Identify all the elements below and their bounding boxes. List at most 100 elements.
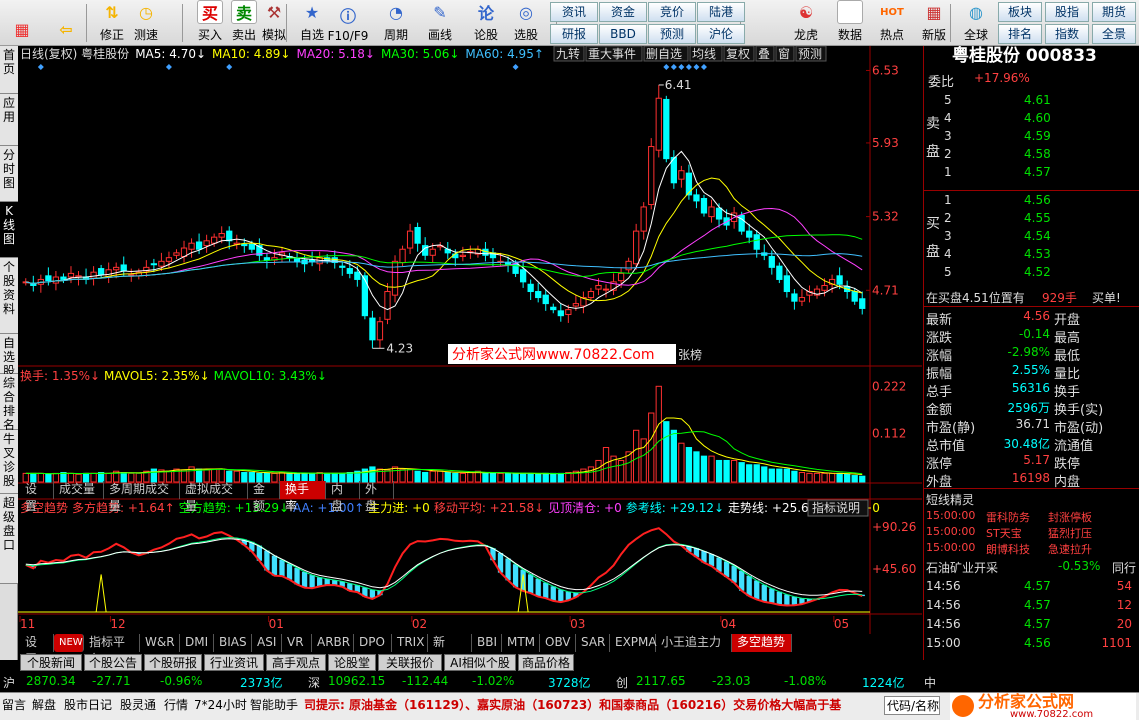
- quick-button[interactable]: 沪伦: [697, 24, 745, 44]
- chart-menu-0[interactable]: 九转: [553, 46, 585, 62]
- left-tab-0[interactable]: 首页: [0, 46, 18, 94]
- news-tab-0[interactable]: 个股新闻: [20, 654, 82, 671]
- quick-button[interactable]: 预测: [648, 24, 696, 44]
- indicator-tab-6[interactable]: ASI: [252, 634, 282, 652]
- volume-tab-5[interactable]: 换手率: [280, 481, 326, 513]
- quick-button[interactable]: 板块: [998, 2, 1042, 22]
- toolbar-speed-button[interactable]: ◷ 测速: [126, 0, 166, 46]
- quick-button[interactable]: 指数: [1045, 24, 1089, 44]
- indicator-help-button[interactable]: 指标说明: [807, 499, 869, 517]
- volume-tab-1[interactable]: 成交量: [54, 481, 104, 499]
- buy-price[interactable]: 4.55: [1024, 211, 1051, 225]
- news-tab-1[interactable]: 个股公告: [84, 654, 142, 671]
- quick-button[interactable]: 排名: [998, 24, 1042, 44]
- chart-menu-6[interactable]: 窗: [775, 46, 795, 62]
- toolbar-pe-button[interactable]: PE 数据: [830, 0, 870, 46]
- status-item-3[interactable]: 股灵通: [120, 696, 156, 713]
- news-tab-4[interactable]: 高手观点: [266, 654, 326, 671]
- sprite-row[interactable]: 15:00:00 朗博科技 急速拉升: [924, 540, 1139, 558]
- toolbar-back-arrow-button[interactable]: ⇦: [46, 0, 86, 46]
- toolbar-globe-button[interactable]: ◍ 全球: [956, 0, 996, 46]
- quick-button[interactable]: 陆港: [697, 2, 745, 22]
- left-tab-7[interactable]: 牛叉诊股: [0, 430, 18, 494]
- toolbar-hammer-button[interactable]: ⚒ 模拟: [254, 0, 294, 46]
- toolbar-select-stock-button[interactable]: ◎ 选股: [506, 0, 546, 46]
- index-cy-value[interactable]: 2117.65: [636, 674, 686, 688]
- status-item-0[interactable]: 留言: [2, 696, 26, 713]
- sell-price[interactable]: 4.60: [1024, 111, 1051, 125]
- chart-menu-1[interactable]: 重大事件: [585, 46, 643, 62]
- sell-price[interactable]: 4.61: [1024, 93, 1051, 107]
- toolbar-hot-button[interactable]: HOT 热点: [872, 0, 912, 46]
- indicator-tab-0[interactable]: 设置: [20, 634, 54, 666]
- buy-price[interactable]: 4.52: [1024, 265, 1051, 279]
- indicator-tab-18[interactable]: 多空趋势: [732, 634, 792, 652]
- toolbar-star-button[interactable]: ★ 自选: [292, 0, 332, 46]
- volume-tab-0[interactable]: 设置: [20, 481, 54, 513]
- volume-tab-7[interactable]: 外盘: [360, 481, 394, 513]
- indicator-tab-11[interactable]: 新DMA: [428, 634, 472, 666]
- indicator-tab-15[interactable]: SAR: [576, 634, 610, 652]
- chart-area[interactable]: 日线(复权) 粤桂股份 MA5: 4.70↓ MA10: 4.89↓ MA20: 5.…: [18, 46, 922, 666]
- status-item-2[interactable]: 股市日记: [64, 696, 112, 713]
- quick-button[interactable]: 竞价: [648, 2, 696, 22]
- volume-tab-4[interactable]: 金额: [248, 481, 280, 513]
- sell-price[interactable]: 4.59: [1024, 129, 1051, 143]
- volume-tab-3[interactable]: 虚拟成交量: [180, 481, 248, 513]
- quick-button[interactable]: BBD: [599, 24, 647, 44]
- indicator-tab-7[interactable]: VR: [282, 634, 312, 652]
- news-tab-2[interactable]: 个股研报: [144, 654, 202, 671]
- buy-price[interactable]: 4.56: [1024, 193, 1051, 207]
- news-tab-7[interactable]: AI相似个股: [444, 654, 516, 671]
- sell-price[interactable]: 4.58: [1024, 147, 1051, 161]
- index-sz-value[interactable]: 10962.15: [328, 674, 385, 688]
- indicator-tab-17[interactable]: 小王追主力: [656, 634, 732, 652]
- indicator-tab-1[interactable]: NEW: [54, 634, 84, 652]
- toolbar-info-button[interactable]: ⓘ F10/F9: [328, 0, 369, 46]
- indicator-tab-13[interactable]: MTM: [502, 634, 540, 652]
- indicator-tab-12[interactable]: BBI: [472, 634, 502, 652]
- toolbar-dragon-tiger-button[interactable]: ☯ 龙虎: [786, 0, 826, 46]
- chart-menu-7[interactable]: 预测: [795, 46, 827, 62]
- chart-menu-3[interactable]: 均线: [689, 46, 723, 62]
- toolbar-cycle-button[interactable]: ◔ 周期: [376, 0, 416, 46]
- indicator-tab-4[interactable]: DMI: [180, 634, 214, 652]
- quick-button[interactable]: 资金: [599, 2, 647, 22]
- index-sh-value[interactable]: 2870.34: [26, 674, 76, 688]
- chart-menu-2[interactable]: 删自选: [643, 46, 689, 62]
- quick-button[interactable]: 资讯: [550, 2, 598, 22]
- news-ticker[interactable]: 司提示: 原油基金（161129）、嘉实原油（160723）和国泰商品（1602…: [304, 696, 880, 713]
- volume-tab-2[interactable]: 多周期成交量: [104, 481, 180, 513]
- indicator-tab-14[interactable]: OBV: [540, 634, 576, 652]
- chart-menu-5[interactable]: 叠: [755, 46, 775, 62]
- left-tab-6[interactable]: 综合排名: [0, 374, 18, 432]
- quick-button[interactable]: 全景: [1092, 24, 1136, 44]
- toolbar-grid-button[interactable]: ▦ 新版: [914, 0, 954, 46]
- toolbar-windows-button[interactable]: ▦: [2, 0, 42, 46]
- indicator-tab-9[interactable]: DPO: [354, 634, 392, 652]
- indicator-tab-8[interactable]: ARBR: [312, 634, 354, 652]
- left-tab-1[interactable]: 应用: [0, 94, 18, 146]
- left-tab-2[interactable]: 分时图: [0, 146, 18, 202]
- indicator-tab-16[interactable]: EXPMA: [610, 634, 657, 652]
- status-item-6[interactable]: 智能助手: [250, 696, 298, 713]
- quick-button[interactable]: 期货: [1092, 2, 1136, 22]
- kline-chart-svg[interactable]: 日线(复权) 粤桂股份 MA5: 4.70↓ MA10: 4.89↓ MA20: 5.…: [18, 46, 922, 634]
- indicator-tab-5[interactable]: BIAS: [214, 634, 252, 652]
- indicator-tab-10[interactable]: TRIX: [392, 634, 428, 652]
- buy-price[interactable]: 4.53: [1024, 247, 1051, 261]
- volume-tab-6[interactable]: 内盘: [326, 481, 360, 513]
- left-tab-8[interactable]: 超级盘口: [0, 494, 18, 584]
- left-tab-3[interactable]: K线图: [0, 202, 18, 258]
- quick-button[interactable]: 股指: [1045, 2, 1089, 22]
- sell-price[interactable]: 4.57: [1024, 165, 1051, 179]
- news-tab-3[interactable]: 行业资讯: [204, 654, 264, 671]
- news-tab-6[interactable]: 关联报价: [378, 654, 442, 671]
- indicator-tab-2[interactable]: 指标平台: [84, 634, 140, 666]
- indicator-tab-3[interactable]: W&R: [140, 634, 180, 652]
- status-item-4[interactable]: 行情: [164, 696, 188, 713]
- status-item-1[interactable]: 解盘: [32, 696, 56, 713]
- news-tab-5[interactable]: 论股堂: [328, 654, 376, 671]
- sector-name[interactable]: 石油矿业开采: [926, 559, 998, 576]
- toolbar-chat-button[interactable]: 论论股: [466, 0, 506, 46]
